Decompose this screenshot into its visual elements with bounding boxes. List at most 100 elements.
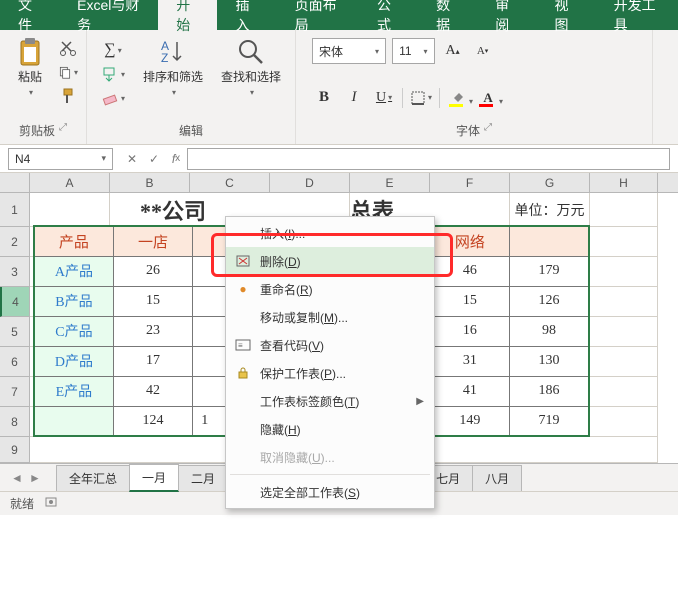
td[interactable]: 17 (113, 346, 192, 376)
tab-home[interactable]: 开始 (158, 0, 217, 30)
td[interactable]: 42 (113, 376, 192, 406)
row-header-7[interactable]: 7 (0, 377, 30, 407)
border-button[interactable]: ▾ (409, 87, 433, 109)
col-header-B[interactable]: B (110, 173, 190, 192)
col-header-A[interactable]: A (30, 173, 110, 192)
sheet-nav-prev[interactable]: ◄ (8, 471, 26, 485)
tab-formula[interactable]: 公式 (359, 0, 418, 30)
row-header-4[interactable]: 4 (0, 287, 30, 317)
find-select-button[interactable]: 查找和选择▾ (215, 34, 287, 101)
col-header-C[interactable]: C (190, 173, 270, 192)
font-dialog-launcher[interactable]: ⤢ (484, 122, 492, 139)
td-product[interactable] (34, 406, 113, 436)
cell[interactable] (590, 193, 658, 227)
cell-unit[interactable]: 单位：万元 (510, 193, 590, 227)
copy-button[interactable]: ▾ (58, 62, 78, 82)
row-header-5[interactable]: 5 (0, 317, 30, 347)
bold-button[interactable]: B (312, 87, 336, 109)
row-header-3[interactable]: 3 (0, 257, 30, 287)
font-size-select[interactable]: 11▾ (392, 38, 434, 64)
paste-button[interactable]: 粘贴▾ (8, 34, 52, 101)
row-header-9[interactable]: 9 (0, 437, 30, 463)
font-name-select[interactable]: 宋体▾ (312, 38, 386, 64)
name-box[interactable]: N4 ▾ (8, 148, 113, 170)
decrease-font-button[interactable]: A▾ (471, 40, 495, 62)
tab-insert[interactable]: 插入 (217, 0, 276, 30)
th-total[interactable] (510, 226, 589, 256)
cell[interactable] (30, 193, 110, 227)
td[interactable]: 31 (430, 346, 509, 376)
td[interactable]: 124 (113, 406, 192, 436)
td[interactable]: 15 (113, 286, 192, 316)
tab-file[interactable]: 文件 (0, 0, 59, 30)
td[interactable]: 719 (510, 406, 589, 436)
macro-record-icon[interactable] (44, 495, 58, 512)
insert-function-button[interactable]: fx (165, 148, 187, 170)
col-header-D[interactable]: D (270, 173, 350, 192)
cut-button[interactable] (58, 38, 78, 58)
td[interactable]: 179 (510, 256, 589, 286)
menu-rename[interactable]: ●重命名(R) (226, 275, 434, 303)
formula-bar[interactable] (187, 148, 670, 170)
td-product[interactable]: E产品 (34, 376, 113, 406)
fill-button[interactable]: ▾ (95, 64, 131, 84)
td[interactable]: 15 (430, 286, 509, 316)
td[interactable]: 130 (510, 346, 589, 376)
td[interactable]: 41 (430, 376, 509, 406)
increase-font-button[interactable]: A▴ (441, 40, 465, 62)
row-header-8[interactable]: 8 (0, 407, 30, 437)
tab-review[interactable]: 审阅 (477, 0, 536, 30)
menu-move-copy[interactable]: 移动或复制(M)... (226, 303, 434, 331)
menu-delete[interactable]: 删除(D) (226, 247, 434, 275)
clear-button[interactable]: ▾ (95, 88, 131, 108)
confirm-formula-button[interactable]: ✓ (143, 148, 165, 170)
select-all-corner[interactable] (0, 173, 30, 193)
tab-data[interactable]: 数据 (418, 0, 477, 30)
td-product[interactable]: D产品 (34, 346, 113, 376)
menu-protect-sheet[interactable]: 保护工作表(P)... (226, 359, 434, 387)
col-header-H[interactable]: H (590, 173, 658, 192)
cancel-formula-button[interactable]: ✕ (121, 148, 143, 170)
tab-layout[interactable]: 页面布局 (277, 0, 359, 30)
sheet-tab-feb[interactable]: 二月 (178, 465, 228, 491)
td[interactable]: 26 (113, 256, 192, 286)
col-header-E[interactable]: E (350, 173, 430, 192)
row-header-2[interactable]: 2 (0, 227, 30, 257)
col-header-F[interactable]: F (430, 173, 510, 192)
sheet-tab-summary[interactable]: 全年汇总 (56, 465, 130, 491)
menu-view-code[interactable]: ≡查看代码(V) (226, 331, 434, 359)
sheet-tab-jan[interactable]: 一月 (129, 464, 179, 492)
menu-tab-color[interactable]: 工作表标签颜色(T)▶ (226, 387, 434, 415)
font-color-button[interactable]: A▾ (476, 87, 500, 109)
td[interactable]: 46 (430, 256, 509, 286)
row-header-6[interactable]: 6 (0, 347, 30, 377)
td[interactable]: 16 (430, 316, 509, 346)
tab-developer[interactable]: 开发工具 (596, 0, 678, 30)
format-painter-button[interactable] (58, 86, 78, 106)
underline-button[interactable]: U▾ (372, 87, 396, 109)
td-product[interactable]: B产品 (34, 286, 113, 316)
td[interactable]: 149 (430, 406, 509, 436)
row-header-1[interactable]: 1 (0, 193, 30, 227)
th-network[interactable]: 网络 (430, 226, 509, 256)
sheet-nav-next[interactable]: ► (26, 471, 44, 485)
th-product[interactable]: 产品 (34, 226, 113, 256)
italic-button[interactable]: I (342, 87, 366, 109)
td[interactable]: 186 (510, 376, 589, 406)
td-product[interactable]: A产品 (34, 256, 113, 286)
td[interactable]: 98 (510, 316, 589, 346)
dialog-launcher-icon[interactable]: ⤢ (59, 122, 67, 139)
th-store1[interactable]: 一店 (113, 226, 192, 256)
tab-addin[interactable]: Excel与财务 (59, 0, 158, 30)
menu-select-all-sheets[interactable]: 选定全部工作表(S) (226, 478, 434, 506)
col-header-G[interactable]: G (510, 173, 590, 192)
td[interactable]: 126 (510, 286, 589, 316)
td-product[interactable]: C产品 (34, 316, 113, 346)
tab-view[interactable]: 视图 (536, 0, 595, 30)
sheet-tab-aug[interactable]: 八月 (472, 465, 522, 491)
menu-insert[interactable]: 插入(I)... (226, 219, 434, 247)
menu-hide[interactable]: 隐藏(H) (226, 415, 434, 443)
td[interactable]: 23 (113, 316, 192, 346)
sort-filter-button[interactable]: AZ 排序和筛选▾ (137, 34, 209, 101)
autosum-button[interactable]: ∑▾ (95, 40, 131, 60)
